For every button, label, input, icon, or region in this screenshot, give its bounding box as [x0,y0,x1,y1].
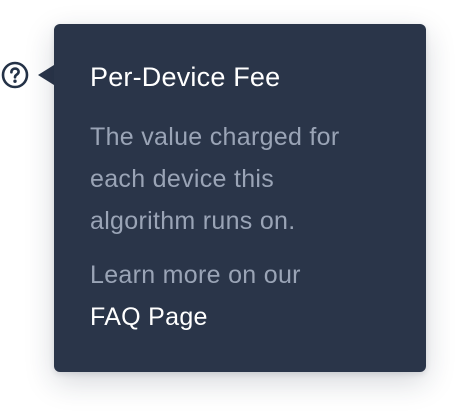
tooltip-description: The value charged for each device this a… [90,123,340,235]
question-circle-icon [1,61,29,89]
learn-more-prefix: Learn more on our [90,261,301,289]
tooltip-title: Per-Device Fee [90,62,281,92]
tooltip-arrow [38,65,54,85]
help-button[interactable] [0,60,30,90]
tooltip-panel: Per-Device Fee The value charged for eac… [54,24,426,372]
faq-page-link[interactable]: FAQ Page [90,296,208,338]
learn-more-text: Learn more on our FAQ Page [90,254,390,338]
tooltip-stage: Per-Device Fee The value charged for eac… [0,0,458,412]
